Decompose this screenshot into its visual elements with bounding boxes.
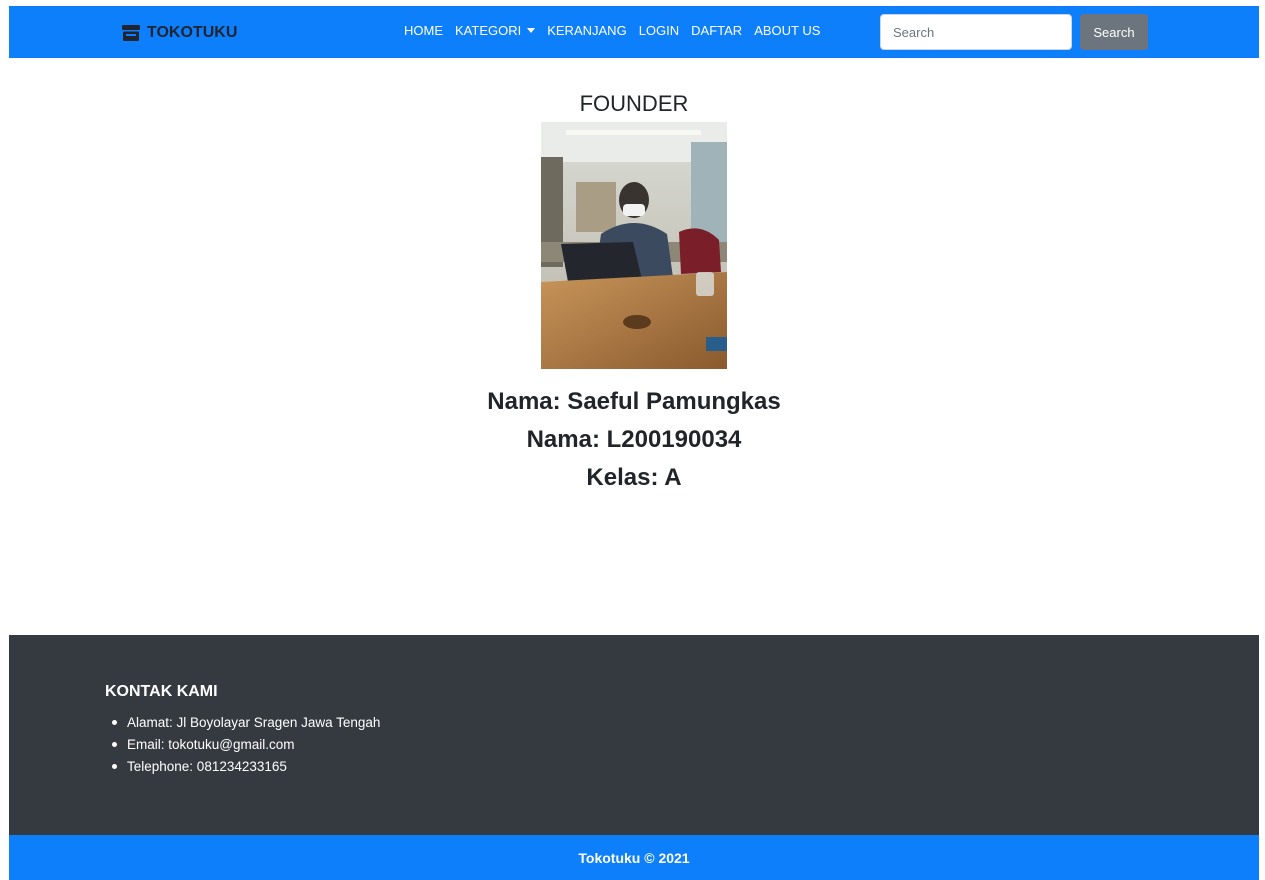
contact-list: Alamat: Jl Boyolayar Sragen Jawa Tengah … [111,712,380,778]
nav-menu: HOME KATEGORI KERANJANG LOGIN DAFTAR ABO… [404,23,820,38]
search-button[interactable]: Search [1080,14,1148,50]
contact-address: Alamat: Jl Boyolayar Sragen Jawa Tengah [111,712,380,734]
copyright-text: Tokotuku © 2021 [578,849,690,866]
page-title: FOUNDER [579,91,689,116]
founder-class: Kelas: A [586,464,682,491]
nav-daftar[interactable]: DAFTAR [691,23,742,38]
nav-kategori-dropdown[interactable]: KATEGORI [455,23,536,38]
founder-photo [541,122,727,369]
founder-name: Nama: Saeful Pamungkas [487,388,781,415]
store-icon [122,25,140,41]
nav-login[interactable]: LOGIN [639,23,679,38]
main-content: FOUNDER Nama: Saeful Pamungkas Nama: L20… [9,58,1259,497]
brand-name: TOKOTUKU [147,24,238,41]
footer: KONTAK KAMI Alamat: Jl Boyolayar Sragen … [9,635,1259,835]
navbar: TOKOTUKU HOME KATEGORI KERANJANG LOGIN D… [9,6,1259,58]
founder-nim: Nama: L200190034 [526,426,742,453]
contact-email: Email: tokotuku@gmail.com [111,734,380,756]
contact-phone: Telephone: 081234233165 [111,756,380,778]
footer-heading: KONTAK KAMI [105,683,218,700]
nav-keranjang[interactable]: KERANJANG [547,23,626,38]
nav-about-us[interactable]: ABOUT US [754,23,820,38]
search-input[interactable] [880,14,1072,50]
page: TOKOTUKU HOME KATEGORI KERANJANG LOGIN D… [9,6,1259,880]
caret-down-icon [527,28,536,33]
copyright-bar: Tokotuku © 2021 [9,835,1259,880]
nav-home[interactable]: HOME [404,23,443,38]
nav-kategori-label: KATEGORI [455,23,522,38]
brand-link[interactable]: TOKOTUKU [121,22,237,44]
